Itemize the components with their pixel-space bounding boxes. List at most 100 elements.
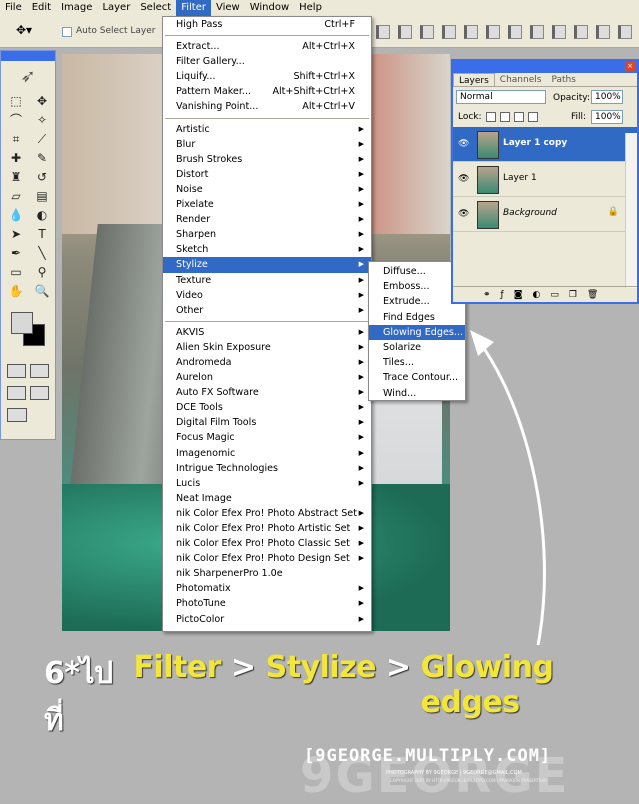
type-tool-icon[interactable]: T [31, 226, 53, 243]
layer-mask-icon[interactable]: ◙ [514, 290, 523, 300]
adjustment-layer-icon[interactable]: ◐ [532, 290, 540, 300]
tab-paths[interactable]: Paths [546, 73, 580, 86]
layers-titlebar[interactable]: × [453, 61, 637, 73]
menu-item-plugin[interactable]: Imagenomic ▶ [163, 446, 371, 461]
move-tool-icon[interactable]: ✥ [31, 93, 53, 110]
menu-item-noise[interactable]: Noise ▶ [163, 182, 371, 197]
menu-item-plugin[interactable]: Auto FX Software ▶ [163, 385, 371, 400]
lock-position-icon[interactable] [514, 112, 524, 122]
blur-tool-icon[interactable]: 💧 [5, 207, 27, 224]
menu-item-plugin[interactable]: AKVIS ▶ [163, 325, 371, 340]
delete-layer-icon[interactable]: 🗑 [587, 290, 598, 300]
align-bottom-icon[interactable] [420, 25, 434, 39]
layer-row[interactable]: 👁 Layer 1 copy [453, 127, 637, 162]
submenu-item-wind[interactable]: Wind... [369, 386, 465, 401]
distribute-right-icon[interactable] [618, 25, 632, 39]
crop-tool-icon[interactable]: ⌗ [5, 131, 27, 148]
jump-to-imageready-button[interactable] [7, 408, 27, 422]
history-brush-tool-icon[interactable]: ↺ [31, 169, 53, 186]
distribute-left-icon[interactable] [574, 25, 588, 39]
menu-item-vanishing-point[interactable]: Vanishing Point... Alt+Ctrl+V [163, 99, 371, 114]
layer-style-icon[interactable]: ƒ [501, 290, 504, 300]
submenu-item-tiles[interactable]: Tiles... [369, 355, 465, 370]
menu-view[interactable]: View [211, 0, 245, 16]
menu-item-plugin[interactable]: Aurelon ▶ [163, 370, 371, 385]
submenu-item-glowing-edges[interactable]: Glowing Edges... [369, 324, 465, 340]
menu-item-plugin[interactable]: Neat Image [163, 491, 371, 506]
magic-wand-tool-icon[interactable]: ✧ [31, 112, 53, 129]
foreground-color-swatch[interactable] [11, 312, 33, 334]
menu-item-video[interactable]: Video ▶ [163, 288, 371, 303]
line-tool-icon[interactable]: ╲ [31, 245, 53, 262]
hand-tool-icon[interactable]: ✋ [5, 283, 27, 300]
healing-brush-tool-icon[interactable]: ✚ [5, 150, 27, 167]
align-top-icon[interactable] [376, 25, 390, 39]
pen-tool-icon[interactable]: ✒ [5, 245, 27, 262]
menu-item-plugin[interactable]: Digital Film Tools ▶ [163, 415, 371, 430]
move-tool-icon[interactable]: ✥▾ [16, 23, 48, 41]
menu-file[interactable]: File [0, 0, 27, 16]
menu-item-plugin[interactable]: nik Color Efex Pro! Photo Artistic Set ▶ [163, 521, 371, 536]
brush-tool-icon[interactable]: ✎ [31, 150, 53, 167]
menu-item-pattern-maker[interactable]: Pattern Maker... Alt+Shift+Ctrl+X [163, 84, 371, 99]
layer-row[interactable]: 👁 Background 🔒 [453, 197, 637, 232]
menu-item-sharpen[interactable]: Sharpen ▶ [163, 227, 371, 242]
gradient-tool-icon[interactable]: ▤ [31, 188, 53, 205]
menu-item-plugin[interactable]: nik Color Efex Pro! Photo Design Set ▶ [163, 551, 371, 566]
menu-item-artistic[interactable]: Artistic ▶ [163, 122, 371, 137]
menu-item-pixelate[interactable]: Pixelate ▶ [163, 197, 371, 212]
menu-item-sketch[interactable]: Sketch ▶ [163, 242, 371, 257]
menu-item-liquify[interactable]: Liquify... Shift+Ctrl+X [163, 69, 371, 84]
menu-item-plugin[interactable]: nik SharpenerPro 1.0e [163, 566, 371, 581]
fullscreen-button[interactable] [30, 386, 49, 400]
layers-scrollbar[interactable] [625, 133, 637, 288]
submenu-item-find-edges[interactable]: Find Edges [369, 310, 465, 325]
layer-row[interactable]: 👁 Layer 1 [453, 162, 637, 197]
menu-item-texture[interactable]: Texture ▶ [163, 273, 371, 288]
menu-item-plugin[interactable]: PictoColor ▶ [163, 612, 371, 627]
standard-screen-button[interactable] [7, 386, 26, 400]
close-icon[interactable]: × [625, 62, 635, 71]
menu-filter[interactable]: Filter [176, 0, 211, 16]
lock-transparency-icon[interactable] [486, 112, 496, 122]
align-right-icon[interactable] [486, 25, 500, 39]
menu-item-other[interactable]: Other ▶ [163, 303, 371, 318]
menu-item-plugin[interactable]: Photomatix ▶ [163, 581, 371, 596]
clone-stamp-tool-icon[interactable]: ♜ [5, 169, 27, 186]
standard-mode-button[interactable] [7, 364, 26, 378]
align-vcenter-icon[interactable] [398, 25, 412, 39]
visibility-eye-icon[interactable]: 👁 [458, 209, 469, 219]
distribute-hcenter-icon[interactable] [596, 25, 610, 39]
lock-all-icon[interactable] [528, 112, 538, 122]
new-group-icon[interactable]: ▭ [550, 290, 559, 300]
menu-item-filter-gallery[interactable]: Filter Gallery... [163, 54, 371, 69]
zoom-tool-icon[interactable]: 🔍 [31, 283, 53, 300]
notes-tool-icon[interactable]: ▭ [5, 264, 27, 281]
eyedropper-tool-icon[interactable]: ⚲ [31, 264, 53, 281]
menu-select[interactable]: Select [135, 0, 176, 16]
menu-item-plugin[interactable]: nik Color Efex Pro! Photo Abstract Set ▶ [163, 506, 371, 521]
menu-item-extract[interactable]: Extract... Alt+Ctrl+X [163, 39, 371, 54]
fill-field[interactable]: 100% [591, 110, 623, 124]
distribute-vcenter-icon[interactable] [530, 25, 544, 39]
menu-item-plugin[interactable]: Alien Skin Exposure ▶ [163, 340, 371, 355]
menu-item-plugin[interactable]: Intrigue Technologies ▶ [163, 461, 371, 476]
marquee-tool-icon[interactable]: ⬚ [5, 93, 27, 110]
submenu-item-trace-contour[interactable]: Trace Contour... [369, 370, 465, 385]
menu-item-plugin[interactable]: Andromeda ▶ [163, 355, 371, 370]
slice-tool-icon[interactable]: ⟋ [31, 131, 53, 148]
quick-mask-button[interactable] [30, 364, 49, 378]
opacity-field[interactable]: 100% [591, 90, 623, 104]
menu-window[interactable]: Window [245, 0, 294, 16]
submenu-item-solarize[interactable]: Solarize [369, 340, 465, 355]
distribute-bottom-icon[interactable] [552, 25, 566, 39]
menu-help[interactable]: Help [294, 0, 327, 16]
visibility-eye-icon[interactable]: 👁 [458, 174, 469, 184]
blend-mode-select[interactable]: Normal [456, 90, 546, 104]
menu-edit[interactable]: Edit [27, 0, 56, 16]
menu-item-render[interactable]: Render ▶ [163, 212, 371, 227]
distribute-top-icon[interactable] [508, 25, 522, 39]
lasso-tool-icon[interactable]: ⌒ [5, 112, 27, 129]
align-hcenter-icon[interactable] [464, 25, 478, 39]
auto-select-checkbox[interactable] [62, 27, 72, 37]
